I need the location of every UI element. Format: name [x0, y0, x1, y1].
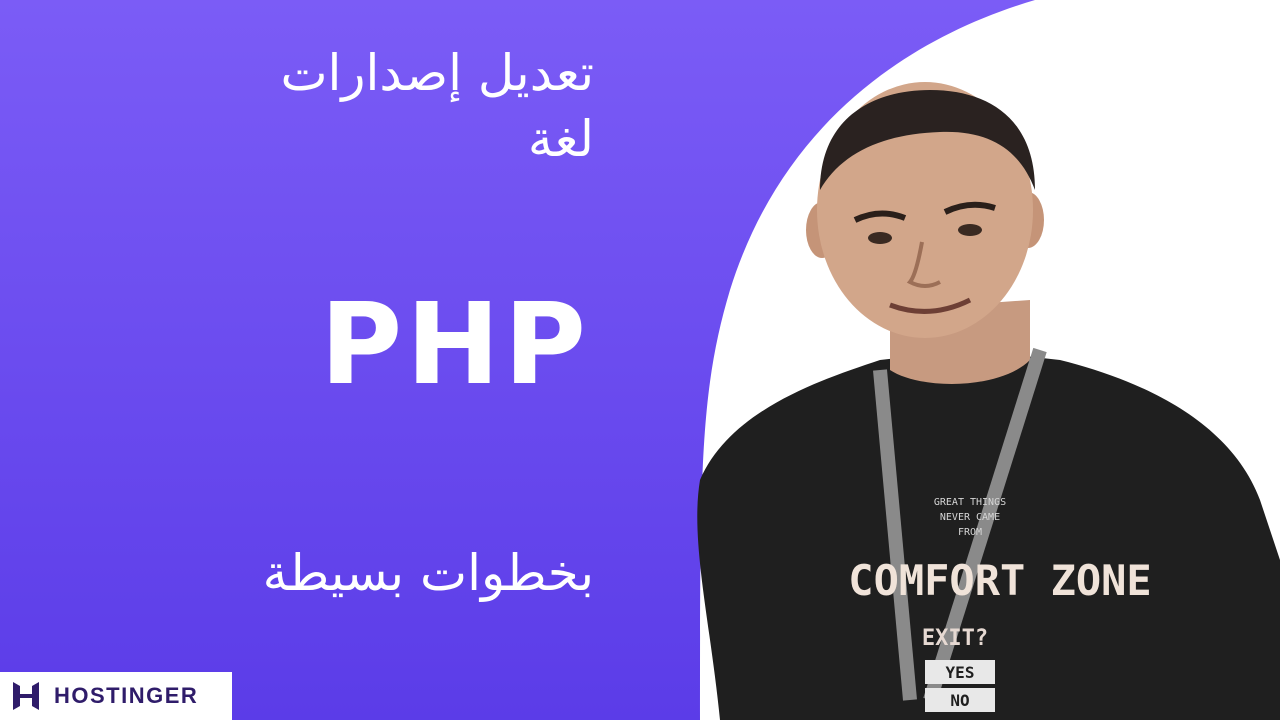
shirt-no: NO — [950, 691, 969, 710]
brand-badge: HOSTINGER — [0, 672, 232, 720]
hostinger-logo-icon — [13, 682, 39, 710]
shirt-small-text-3: FROM — [958, 527, 982, 538]
php-title: PHP — [320, 280, 590, 410]
shirt-yes: YES — [946, 663, 975, 682]
video-thumbnail: تعديل إصدارات لغة PHP بخطوات بسيطة GREAT… — [0, 0, 1280, 720]
shirt-small-text-1: GREAT THINGS — [934, 497, 1006, 508]
headline-line-2: لغة — [527, 110, 594, 168]
subtitle: بخطوات بسيطة — [262, 544, 594, 602]
brand-name: HOSTINGER — [54, 683, 199, 708]
person-photo: GREAT THINGS NEVER CAME FROM COMFORT ZON… — [697, 82, 1280, 720]
shirt-small-text-2: NEVER CAME — [940, 512, 1000, 523]
shirt-main-text: COMFORT ZONE — [848, 556, 1151, 605]
shirt-question: EXIT? — [922, 626, 988, 651]
headline-line-1: تعديل إصدارات — [280, 44, 594, 102]
headline: تعديل إصدارات لغة — [54, 40, 594, 172]
